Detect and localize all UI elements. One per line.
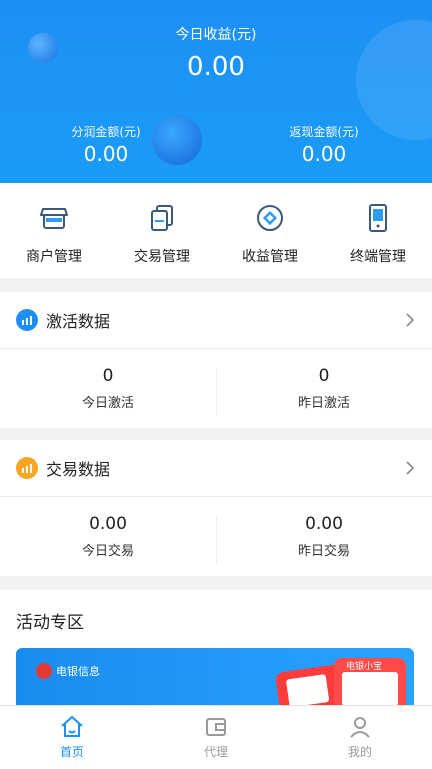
home-icon xyxy=(61,716,83,737)
menu-transaction-management[interactable]: 交易管理 xyxy=(108,183,216,278)
tab-label: 代理 xyxy=(203,745,228,759)
yesterday-transaction-stat: 0.00 昨日交易 xyxy=(216,513,432,564)
transaction-data-card: 交易数据 0.00 今日交易 0.00 昨日交易 xyxy=(0,440,432,576)
earnings-header: 今日收益(元) 0.00 分润金额(元) 0.00 返现金额(元) 0.00 xyxy=(0,0,432,183)
brand-name: 电银信息 xyxy=(56,665,100,678)
yesterday-transaction-value: 0.00 xyxy=(305,513,343,534)
transaction-data-title: 交易数据 xyxy=(46,460,111,479)
menu-label: 商户管理 xyxy=(26,249,82,265)
chart-badge-icon xyxy=(16,309,38,331)
yesterday-activation-label: 昨日激活 xyxy=(297,395,350,411)
brand-logo-icon xyxy=(36,663,52,679)
menu-merchant-management[interactable]: 商户管理 xyxy=(0,183,108,278)
menu-label: 收益管理 xyxy=(242,249,298,265)
activation-data-title: 激活数据 xyxy=(46,312,111,331)
tab-home[interactable]: 首页 xyxy=(0,706,144,769)
tab-mine[interactable]: 我的 xyxy=(288,706,432,769)
today-activation-value: 0 xyxy=(102,365,114,386)
chevron-right-icon xyxy=(406,461,415,475)
menu-earnings-management[interactable]: 收益管理 xyxy=(216,183,324,278)
tab-agent[interactable]: 代理 xyxy=(144,706,288,769)
transaction-data-header[interactable]: 交易数据 xyxy=(0,440,432,497)
chevron-right-icon xyxy=(406,313,415,327)
tab-label: 首页 xyxy=(59,745,84,759)
today-activation-stat: 0 今日激活 xyxy=(0,366,216,411)
yesterday-activation-value: 0 xyxy=(318,365,330,386)
promo-banner[interactable]: 电银信息 电银小宝 xyxy=(16,648,414,708)
activation-data-header[interactable]: 激活数据 xyxy=(0,292,432,349)
wallet-icon xyxy=(206,718,226,736)
cashback-amount-label: 返现金额(元) xyxy=(289,125,359,139)
today-transaction-stat: 0.00 今日交易 xyxy=(0,514,216,559)
share-amount-label: 分润金额(元) xyxy=(71,125,141,139)
yesterday-transaction-label: 昨日交易 xyxy=(297,543,350,559)
pos-device-image: 电银小宝 xyxy=(334,658,406,708)
terminal-icon xyxy=(361,201,395,235)
menu-label: 交易管理 xyxy=(134,249,190,265)
device-label: 电银小宝 xyxy=(346,662,383,672)
menu-terminal-management[interactable]: 终端管理 xyxy=(324,183,432,278)
cashback-amount-value: 0.00 xyxy=(301,142,347,166)
chart-badge-icon xyxy=(16,457,38,479)
tab-label: 我的 xyxy=(347,745,372,759)
earnings-icon xyxy=(253,201,287,235)
promo-section: 活动专区 电银信息 电银小宝 xyxy=(0,590,432,710)
user-icon xyxy=(350,717,370,738)
activation-data-card: 激活数据 0 今日激活 0 昨日激活 xyxy=(0,292,432,428)
documents-icon xyxy=(145,201,179,235)
today-transaction-label: 今日交易 xyxy=(81,543,134,559)
today-transaction-value: 0.00 xyxy=(89,513,127,534)
share-amount-value: 0.00 xyxy=(83,142,129,166)
promo-title: 活动专区 xyxy=(16,613,84,633)
menu-label: 终端管理 xyxy=(350,249,406,265)
bottom-tab-bar: 首页 代理 我的 xyxy=(0,705,432,769)
brand-logo: 电银信息 xyxy=(36,663,100,679)
today-earnings-label: 今日收益(元) xyxy=(175,27,257,43)
store-icon xyxy=(37,201,71,235)
today-earnings-value: 0.00 xyxy=(187,52,245,82)
yesterday-activation-stat: 0 昨日激活 xyxy=(216,365,432,416)
today-activation-label: 今日激活 xyxy=(81,395,134,411)
quick-menu: 商户管理 交易管理 收益管理 终端管理 xyxy=(0,183,432,278)
